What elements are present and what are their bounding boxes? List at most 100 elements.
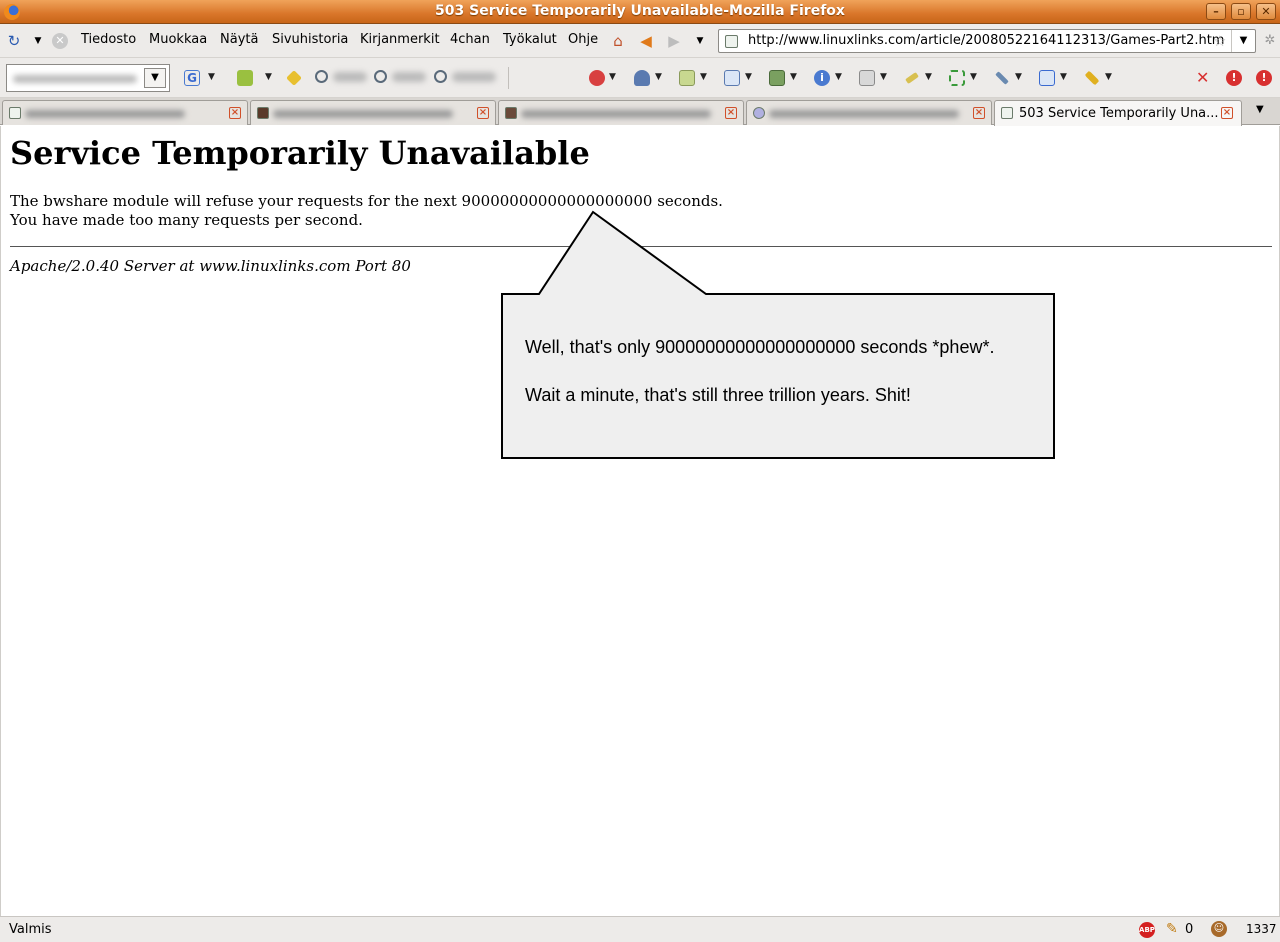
disable-icon[interactable] bbox=[589, 70, 605, 86]
history-dropdown-icon[interactable]: ▼ bbox=[692, 33, 708, 49]
warning-icon[interactable]: ! bbox=[1256, 70, 1272, 86]
bookmark-star-icon[interactable]: ☆ bbox=[1213, 32, 1226, 50]
google-icon[interactable]: G bbox=[184, 70, 200, 86]
blurred-text bbox=[13, 75, 137, 83]
search-site-icon[interactable] bbox=[315, 70, 328, 83]
error-message-line1: The bwshare module will refuse your requ… bbox=[10, 192, 723, 210]
view-source-dropdown-icon[interactable]: ▼ bbox=[1060, 72, 1067, 82]
tab[interactable]: × bbox=[498, 100, 744, 125]
menu-view[interactable]: Näytä bbox=[220, 32, 258, 47]
url-bar[interactable]: http://www.linuxlinks.com/article/200805… bbox=[718, 29, 1256, 53]
stop-icon[interactable]: ✕ bbox=[52, 33, 68, 49]
menu-history[interactable]: Sivuhistoria bbox=[272, 32, 348, 47]
menu-help[interactable]: Ohje bbox=[568, 32, 598, 47]
outline-pencil-icon[interactable] bbox=[905, 72, 919, 84]
google-dropdown-icon[interactable]: ▼ bbox=[208, 72, 215, 82]
maximize-button[interactable]: ▫ bbox=[1231, 3, 1251, 20]
disable-dropdown-icon[interactable]: ▼ bbox=[609, 72, 616, 82]
tab-close-icon[interactable]: × bbox=[477, 107, 489, 119]
close-window-button[interactable]: ✕ bbox=[1256, 3, 1276, 20]
tab-close-icon[interactable]: × bbox=[973, 107, 985, 119]
outline-dropdown-icon[interactable]: ▼ bbox=[925, 72, 932, 82]
blurred-text bbox=[769, 110, 959, 118]
tab-favicon-icon bbox=[753, 107, 765, 119]
toolbar-separator bbox=[508, 67, 509, 89]
forms-dropdown-icon[interactable]: ▼ bbox=[700, 72, 707, 82]
images-icon[interactable] bbox=[769, 70, 785, 86]
status-counter: 0 bbox=[1185, 922, 1194, 937]
information-dropdown-icon[interactable]: ▼ bbox=[835, 72, 842, 82]
brush-icon[interactable]: ✎ bbox=[1166, 921, 1178, 937]
bookmark-folder-icon[interactable] bbox=[237, 70, 253, 86]
minimize-button[interactable]: – bbox=[1206, 3, 1226, 20]
list-all-tabs-icon[interactable]: ▼ bbox=[1256, 104, 1264, 115]
menu-edit[interactable]: Muokkaa bbox=[149, 32, 207, 47]
greasemonkey-icon[interactable]: ☺ bbox=[1211, 921, 1227, 937]
blurred-text bbox=[333, 72, 367, 82]
tab-bar: × × × × 503 Service Temporarily Una... ×… bbox=[0, 98, 1280, 126]
tab[interactable]: × bbox=[746, 100, 992, 125]
tools-wrench-icon[interactable] bbox=[995, 71, 1009, 85]
forward-icon[interactable]: ▶ bbox=[666, 33, 682, 49]
url-dropdown-icon[interactable]: ▼ bbox=[1231, 30, 1255, 52]
folder-dropdown-icon[interactable]: ▼ bbox=[265, 72, 272, 82]
status-number: 1337 bbox=[1246, 922, 1277, 936]
miscellaneous-icon[interactable] bbox=[859, 70, 875, 86]
blurred-text bbox=[273, 110, 453, 118]
css-icon[interactable] bbox=[724, 70, 740, 86]
tab-close-icon[interactable]: × bbox=[725, 107, 737, 119]
error-message-line2: You have made too many requests per seco… bbox=[10, 211, 363, 229]
search-dropdown-icon[interactable]: ▼ bbox=[144, 68, 166, 88]
options-key-icon[interactable] bbox=[1084, 70, 1100, 86]
bubble-line2: Wait a minute, that's still three trilli… bbox=[525, 385, 911, 405]
warning-icon[interactable]: ! bbox=[1226, 70, 1242, 86]
menu-4chan[interactable]: 4chan bbox=[450, 32, 490, 47]
information-icon[interactable]: i bbox=[814, 70, 830, 86]
tab[interactable]: × bbox=[2, 100, 248, 125]
tab-favicon-icon bbox=[9, 107, 21, 119]
menu-bookmarks[interactable]: Kirjanmerkit bbox=[360, 32, 440, 47]
resize-dropdown-icon[interactable]: ▼ bbox=[970, 72, 977, 82]
url-text[interactable]: http://www.linuxlinks.com/article/200805… bbox=[748, 33, 1224, 48]
tab-close-icon[interactable]: × bbox=[1221, 107, 1233, 119]
css-dropdown-icon[interactable]: ▼ bbox=[745, 72, 752, 82]
cookies-user-icon[interactable] bbox=[634, 70, 650, 86]
site-favicon-icon bbox=[725, 35, 738, 48]
tab[interactable]: × bbox=[250, 100, 496, 125]
misc-dropdown-icon[interactable]: ▼ bbox=[880, 72, 887, 82]
highlighter-icon[interactable] bbox=[286, 70, 302, 86]
errors-x-icon[interactable]: ✕ bbox=[1196, 70, 1212, 86]
reload-icon[interactable]: ↻ bbox=[6, 33, 22, 49]
forms-icon[interactable] bbox=[679, 70, 695, 86]
window-title: 503 Service Temporarily Unavailable-Mozi… bbox=[435, 3, 845, 19]
toolbar-search-combo[interactable]: ▼ bbox=[6, 64, 170, 92]
speech-bubble bbox=[501, 210, 1055, 459]
window-titlebar: 503 Service Temporarily Unavailable-Mozi… bbox=[0, 0, 1280, 24]
bubble-line1: Well, that's only 90000000000000000000 s… bbox=[525, 337, 995, 357]
server-signature: Apache/2.0.40 Server at www.linuxlinks.c… bbox=[10, 257, 411, 275]
adblock-icon[interactable]: ABP bbox=[1139, 922, 1155, 938]
toolbar: ▼ G ▼ ▼ ▼ ▼ ▼ ▼ ▼ i ▼ ▼ ▼ ▼ ▼ ▼ ▼ ✕ ! ! bbox=[0, 58, 1280, 98]
home-icon[interactable]: ⌂ bbox=[610, 33, 626, 49]
tools-dropdown-icon[interactable]: ▼ bbox=[1015, 72, 1022, 82]
tab-favicon-icon bbox=[1001, 107, 1013, 119]
blurred-text bbox=[521, 110, 711, 118]
throbber-icon: ✲ bbox=[1264, 33, 1276, 48]
page-title: Service Temporarily Unavailable bbox=[10, 134, 590, 172]
tab-favicon-icon bbox=[505, 107, 517, 119]
back-icon[interactable]: ◀ bbox=[638, 33, 654, 49]
menu-tools[interactable]: Työkalut bbox=[503, 32, 557, 47]
resize-icon[interactable] bbox=[949, 70, 965, 86]
tab-active[interactable]: 503 Service Temporarily Una... × bbox=[994, 100, 1242, 126]
cookies-dropdown-icon[interactable]: ▼ bbox=[655, 72, 662, 82]
menu-file[interactable]: Tiedosto bbox=[81, 32, 136, 47]
search-site-icon[interactable] bbox=[374, 70, 387, 83]
blurred-text bbox=[452, 72, 496, 82]
images-dropdown-icon[interactable]: ▼ bbox=[790, 72, 797, 82]
reload-dropdown-icon[interactable]: ▼ bbox=[30, 33, 46, 49]
search-site-icon[interactable] bbox=[434, 70, 447, 83]
view-source-icon[interactable] bbox=[1039, 70, 1055, 86]
tab-close-icon[interactable]: × bbox=[229, 107, 241, 119]
tab-favicon-icon bbox=[257, 107, 269, 119]
options-dropdown-icon[interactable]: ▼ bbox=[1105, 72, 1112, 82]
